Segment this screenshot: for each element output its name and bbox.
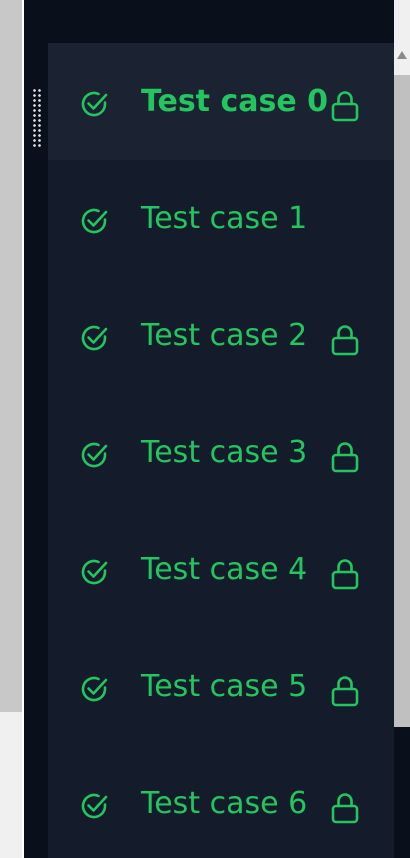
check-circle-icon bbox=[78, 322, 110, 354]
scroll-up-arrow-icon[interactable] bbox=[397, 51, 407, 59]
lock-icon bbox=[330, 89, 360, 123]
testcase-label: Test case 2 bbox=[141, 318, 308, 353]
check-circle-icon bbox=[78, 205, 110, 237]
lock-icon bbox=[330, 791, 360, 825]
testcase-label: Test case 4 bbox=[141, 552, 308, 587]
drag-handle-icon bbox=[32, 88, 42, 148]
testcase-item[interactable]: Test case 6 bbox=[48, 745, 394, 858]
drag-handle[interactable] bbox=[32, 88, 42, 148]
testcase-item[interactable]: Test case 3 bbox=[48, 394, 394, 511]
lock-icon bbox=[330, 557, 360, 591]
testcase-item[interactable]: Test case 4 bbox=[48, 511, 394, 628]
background-left bbox=[0, 0, 22, 712]
lock-icon bbox=[330, 323, 360, 357]
testcase-label: Test case 0 bbox=[141, 84, 329, 119]
lock-icon bbox=[330, 674, 360, 708]
panel-header bbox=[24, 0, 394, 43]
testcase-label: Test case 3 bbox=[141, 435, 308, 470]
testcase-item[interactable]: Test case 1 bbox=[48, 160, 394, 277]
panel-edge bbox=[394, 727, 410, 858]
testcase-item[interactable]: Test case 2 bbox=[48, 277, 394, 394]
check-circle-icon bbox=[78, 790, 110, 822]
testcase-item[interactable]: Test case 0 bbox=[48, 43, 394, 160]
testcase-label: Test case 5 bbox=[141, 669, 308, 704]
scrollbar-thumb[interactable] bbox=[394, 75, 410, 727]
check-circle-icon bbox=[78, 88, 110, 120]
check-circle-icon bbox=[78, 556, 110, 588]
testcase-label: Test case 6 bbox=[141, 786, 308, 821]
check-circle-icon bbox=[78, 439, 110, 471]
testcase-item[interactable]: Test case 5 bbox=[48, 628, 394, 745]
scrollbar[interactable] bbox=[394, 43, 410, 727]
background-left-lower bbox=[0, 712, 22, 858]
testcase-label: Test case 1 bbox=[141, 201, 308, 236]
testcase-panel: Test case 0 Test case 1 Test case 2 Test… bbox=[24, 0, 394, 858]
check-circle-icon bbox=[78, 673, 110, 705]
testcase-list: Test case 0 Test case 1 Test case 2 Test… bbox=[48, 43, 394, 858]
lock-icon bbox=[330, 440, 360, 474]
